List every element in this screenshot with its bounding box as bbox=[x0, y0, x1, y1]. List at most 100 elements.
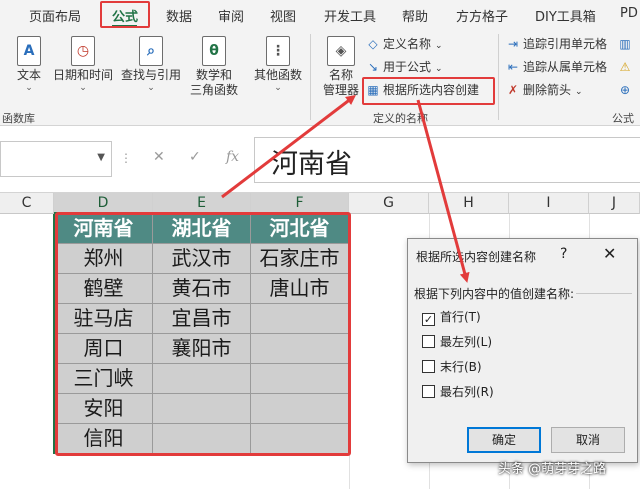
theta-icon: θ bbox=[202, 36, 226, 66]
option-right-column[interactable]: 最右列(R) bbox=[422, 384, 494, 400]
ribbon: A 文本 ⌄ ◷ 日期和时间 ⌄ ⌕ 查找与引用 ⌄ θ 数学和 三角函数 ⋮ … bbox=[0, 28, 640, 126]
tab-view[interactable]: 视图 bbox=[270, 6, 296, 25]
column-header-c[interactable]: C bbox=[0, 193, 54, 214]
name-box[interactable]: ▼ bbox=[0, 141, 112, 177]
table-cell[interactable]: 石家庄市 bbox=[251, 244, 349, 274]
table-header-henan[interactable]: 河南省 bbox=[55, 214, 153, 244]
table-cell[interactable]: 驻马店 bbox=[55, 304, 153, 334]
group-divider bbox=[310, 34, 311, 120]
column-header-j[interactable]: J bbox=[589, 193, 640, 214]
use-in-formula-button[interactable]: ↘ 用于公式 ⌄ bbox=[366, 59, 443, 77]
table-cell[interactable]: 黄石市 bbox=[153, 274, 251, 304]
table-cell[interactable]: 郑州 bbox=[55, 244, 153, 274]
option-top-row[interactable]: ✓ 首行(T) bbox=[422, 309, 481, 326]
magnifier-icon: ⌕ bbox=[139, 36, 163, 66]
define-name-button[interactable]: ◇ 定义名称 ⌄ bbox=[366, 36, 442, 54]
name-tag-icon: ◈ bbox=[327, 36, 355, 66]
trace-dependents-button[interactable]: ⇤ 追踪从属单元格 bbox=[506, 59, 607, 75]
chevron-down-icon[interactable]: ▼ bbox=[97, 152, 105, 163]
remove-arrows-button[interactable]: ✗ 删除箭头 ⌄ bbox=[506, 82, 583, 100]
date-time-button[interactable]: ◷ 日期和时间 ⌄ bbox=[50, 36, 116, 93]
chevron-down-icon: ⌄ bbox=[147, 83, 155, 93]
chevron-down-icon: ⌄ bbox=[79, 83, 87, 93]
tab-page-layout[interactable]: 页面布局 bbox=[29, 6, 81, 25]
table-cell[interactable] bbox=[251, 364, 349, 394]
option-bottom-row[interactable]: 末行(B) bbox=[422, 359, 482, 375]
formula-input[interactable]: 河南省 bbox=[254, 137, 640, 183]
checkbox-icon[interactable] bbox=[422, 360, 435, 373]
tab-data[interactable]: 数据 bbox=[166, 6, 192, 25]
column-header-h[interactable]: H bbox=[429, 193, 509, 214]
table-cell[interactable]: 信阳 bbox=[55, 424, 153, 454]
table-header-hubei[interactable]: 湖北省 bbox=[153, 214, 251, 244]
formula-bar-grip-icon[interactable]: ⋮ bbox=[120, 151, 132, 165]
checkbox-icon[interactable] bbox=[422, 335, 435, 348]
highlight-create-from-selection bbox=[362, 77, 495, 105]
tab-diy-toolbox[interactable]: DIY工具箱 bbox=[535, 6, 596, 25]
column-header-g[interactable]: G bbox=[349, 193, 429, 214]
table-header-hebei[interactable]: 河北省 bbox=[251, 214, 349, 244]
formula-tag-icon: ↘ bbox=[367, 60, 379, 74]
table-cell[interactable] bbox=[251, 424, 349, 454]
table-cell[interactable] bbox=[251, 304, 349, 334]
error-checking-icon[interactable]: ⚠ bbox=[618, 59, 635, 75]
column-header-i[interactable]: I bbox=[509, 193, 589, 214]
evaluate-formula-icon[interactable]: ⊕ bbox=[618, 82, 635, 98]
column-header-e[interactable]: E bbox=[153, 193, 251, 214]
gridline bbox=[349, 214, 350, 489]
close-icon[interactable]: ✕ bbox=[603, 244, 616, 263]
checkbox-checked-icon[interactable]: ✓ bbox=[422, 313, 435, 326]
insert-function-button[interactable]: fx bbox=[226, 149, 239, 165]
tab-ffcell[interactable]: 方方格子 bbox=[456, 6, 508, 25]
lookup-reference-button[interactable]: ⌕ 查找与引用 ⌄ bbox=[118, 36, 184, 93]
ok-button[interactable]: 确定 bbox=[467, 427, 541, 453]
tab-review[interactable]: 审阅 bbox=[218, 6, 244, 25]
table-cell[interactable]: 武汉市 bbox=[153, 244, 251, 274]
ribbon-tab-bar: 页面布局 公式 数据 审阅 视图 开发工具 帮助 方方格子 DIY工具箱 PD bbox=[0, 0, 640, 28]
group-divider bbox=[498, 34, 499, 120]
trace-precedents-icon: ⇥ bbox=[507, 37, 519, 51]
tab-pd[interactable]: PD bbox=[620, 6, 638, 21]
divider bbox=[576, 293, 632, 294]
table-cell[interactable]: 鹤壁 bbox=[55, 274, 153, 304]
trace-precedents-button[interactable]: ⇥ 追踪引用单元格 bbox=[506, 36, 607, 52]
table-cell[interactable]: 安阳 bbox=[55, 394, 153, 424]
table-cell[interactable] bbox=[153, 364, 251, 394]
chevron-down-icon: ⌄ bbox=[435, 64, 443, 74]
text-functions-button[interactable]: A 文本 ⌄ bbox=[12, 36, 46, 93]
column-header-d[interactable]: D bbox=[54, 193, 153, 214]
group-label-formula-auditing: 公式 bbox=[612, 112, 634, 125]
table-cell[interactable] bbox=[153, 424, 251, 454]
group-label-function-library: 函数库 bbox=[2, 112, 35, 125]
table-cell[interactable]: 襄阳市 bbox=[153, 334, 251, 364]
dialog-title: 根据所选内容创建名称 bbox=[416, 250, 537, 264]
math-trig-button[interactable]: θ 数学和 三角函数 bbox=[184, 36, 244, 98]
table-cell[interactable] bbox=[251, 334, 349, 364]
cancel-edit-button[interactable]: ✕ bbox=[153, 149, 165, 165]
cancel-button[interactable]: 取消 bbox=[551, 427, 625, 453]
table-cell[interactable] bbox=[153, 394, 251, 424]
tab-help[interactable]: 帮助 bbox=[402, 6, 428, 25]
option-left-column[interactable]: 最左列(L) bbox=[422, 334, 492, 350]
column-header-f[interactable]: F bbox=[251, 193, 349, 214]
more-functions-button[interactable]: ⋮ 其他函数 ⌄ bbox=[250, 36, 306, 93]
chevron-down-icon: ⌄ bbox=[274, 83, 282, 93]
create-names-dialog: 根据所选内容创建名称 ? ✕ 根据下列内容中的值创建名称: ✓ 首行(T) 最左列… bbox=[407, 238, 638, 463]
table-cell[interactable] bbox=[251, 394, 349, 424]
table-cell[interactable]: 三门峡 bbox=[55, 364, 153, 394]
confirm-edit-button[interactable]: ✓ bbox=[189, 149, 201, 165]
show-formulas-icon[interactable]: ▥ bbox=[618, 36, 635, 52]
chevron-down-icon: ⌄ bbox=[575, 87, 583, 97]
group-label-defined-names: 定义的名称 bbox=[373, 112, 428, 125]
formula-bar: ▼ ⋮ ✕ ✓ fx 河南省 bbox=[0, 127, 640, 193]
name-manager-button[interactable]: ◈ 名称 管理器 bbox=[318, 36, 364, 98]
chevron-down-icon: ⌄ bbox=[25, 83, 33, 93]
table-cell[interactable]: 唐山市 bbox=[251, 274, 349, 304]
help-icon[interactable]: ? bbox=[560, 246, 567, 262]
highlight-formulas-tab bbox=[100, 1, 150, 28]
table-cell[interactable]: 宜昌市 bbox=[153, 304, 251, 334]
table-cell[interactable]: 周口 bbox=[55, 334, 153, 364]
tab-developer[interactable]: 开发工具 bbox=[324, 6, 376, 25]
watermark: 头条 @萌芽芽之路 bbox=[498, 462, 607, 477]
checkbox-icon[interactable] bbox=[422, 385, 435, 398]
